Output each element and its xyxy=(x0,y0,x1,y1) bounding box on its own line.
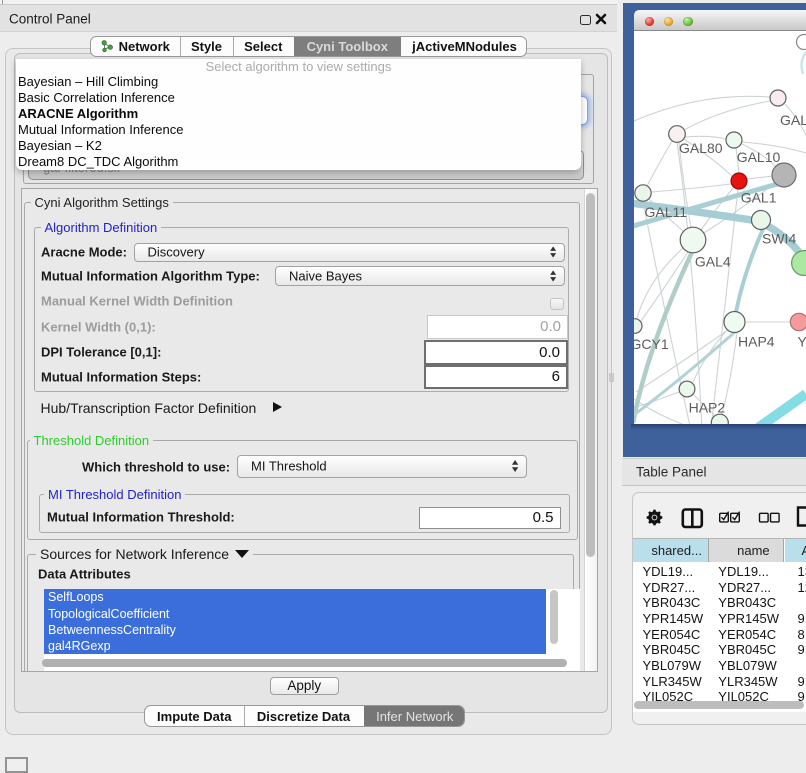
svg-text:GCY1: GCY1 xyxy=(634,336,669,352)
svg-text:GAL10: GAL10 xyxy=(737,149,781,165)
svg-text:HAP4: HAP4 xyxy=(738,334,775,350)
svg-text:SWI4: SWI4 xyxy=(762,231,796,247)
svg-text:GAL80: GAL80 xyxy=(679,140,723,156)
svg-text:GAL1: GAL1 xyxy=(741,190,777,206)
svg-text:HAP2: HAP2 xyxy=(689,399,726,415)
svg-text:GAL4: GAL4 xyxy=(695,254,731,270)
svg-text:YJ: YJ xyxy=(798,334,806,350)
svg-text:GAL11: GAL11 xyxy=(645,204,688,220)
svg-text:GAL2: GAL2 xyxy=(780,112,806,128)
